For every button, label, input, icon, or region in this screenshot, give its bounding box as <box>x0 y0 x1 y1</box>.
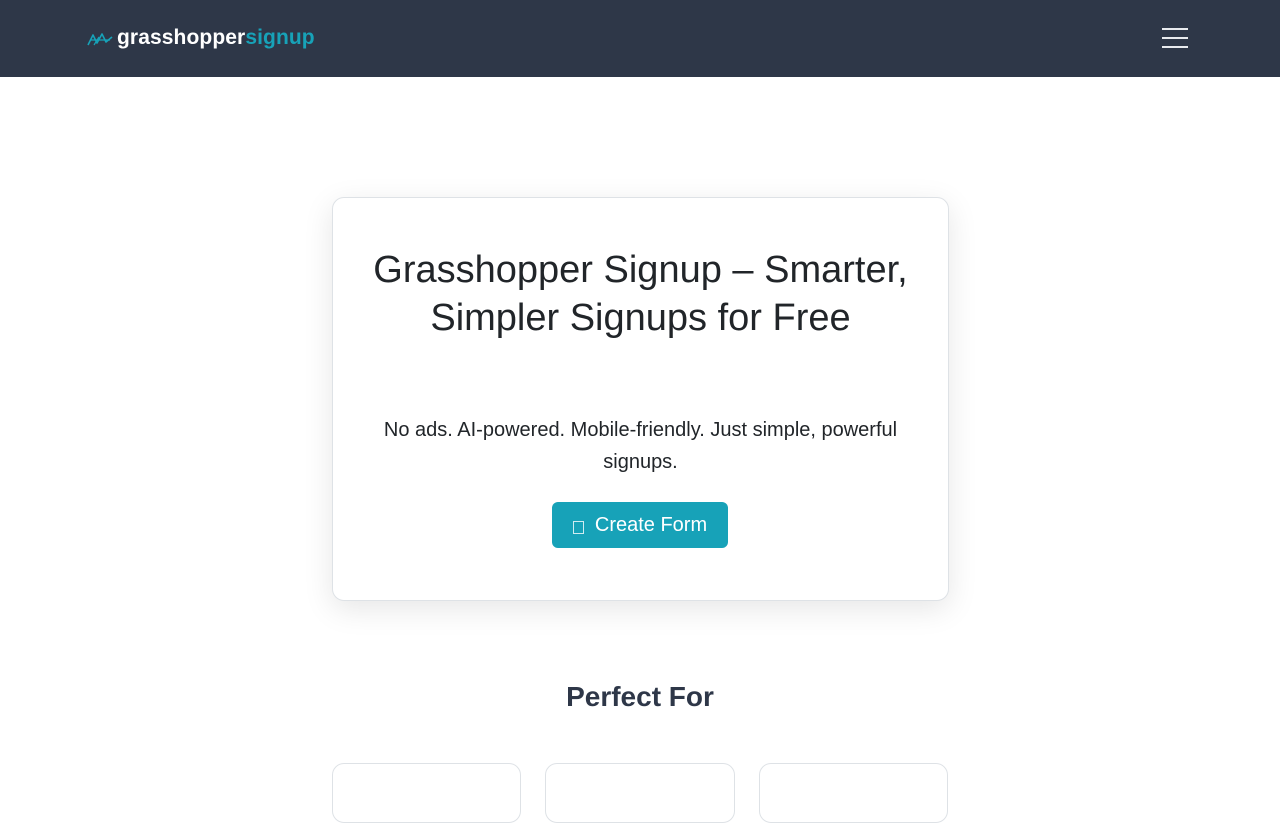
grasshopper-logo-icon <box>87 33 113 46</box>
top-navbar: grasshoppersignup <box>0 0 1280 77</box>
create-form-button-label: Create Form <box>594 513 708 536</box>
navbar-toggle-button[interactable] <box>1151 20 1199 56</box>
hamburger-menu-icon <box>1162 28 1188 48</box>
brand-name-part1: grasshopper <box>117 26 246 49</box>
brand-name-part2: signup <box>245 26 315 49</box>
brand-logo-link[interactable]: grasshoppersignup <box>87 24 315 52</box>
form-icon <box>572 520 584 534</box>
perfect-for-title: Perfect For <box>566 681 714 712</box>
use-case-card <box>545 763 735 823</box>
hero-card: Grasshopper Signup – Smarter, Simpler Si… <box>332 197 949 601</box>
use-case-card <box>332 763 521 823</box>
hero-subtitle: No ads. AI-powered. Mobile-friendly. Jus… <box>383 419 898 473</box>
use-case-card <box>759 763 948 823</box>
hero-title: Grasshopper Signup – Smarter, Simpler Si… <box>373 249 908 339</box>
create-form-button[interactable]: Create Form <box>552 502 728 548</box>
brand-name: grasshoppersignup <box>117 26 315 50</box>
